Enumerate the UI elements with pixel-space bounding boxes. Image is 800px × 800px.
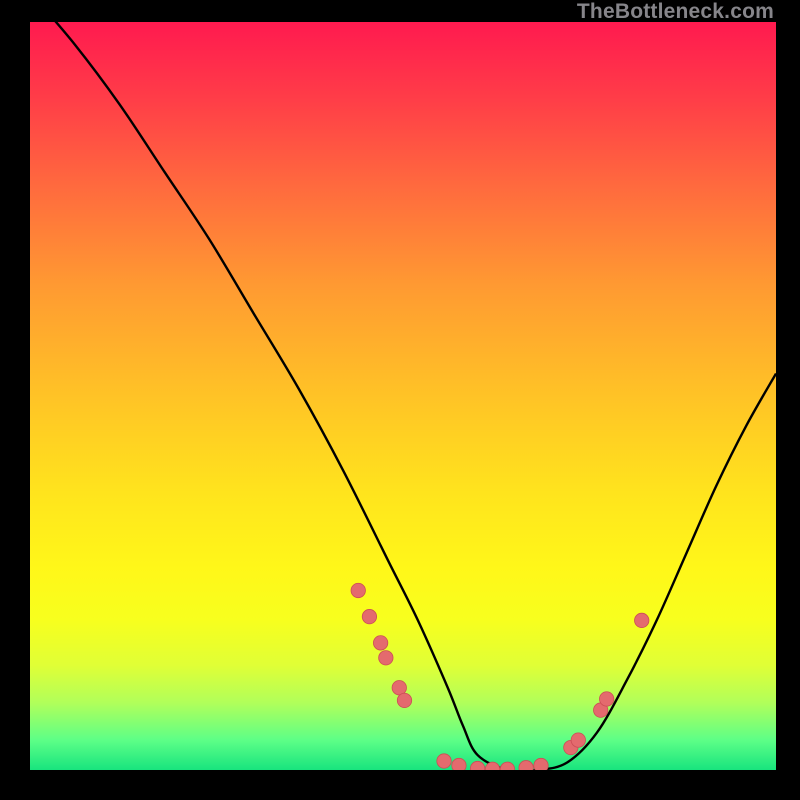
data-point-marker <box>452 758 466 770</box>
bottleneck-curve-line <box>30 22 776 770</box>
data-point-marker <box>397 693 411 707</box>
data-point-marker <box>362 609 376 623</box>
attribution-watermark: TheBottleneck.com <box>577 0 774 24</box>
data-point-marker <box>379 651 393 665</box>
data-point-marker <box>519 761 533 770</box>
data-point-marker <box>500 762 514 770</box>
data-point-marker <box>351 583 365 597</box>
data-point-marker <box>437 754 451 768</box>
data-point-marker <box>571 733 585 747</box>
data-point-marker <box>373 636 387 650</box>
chart-plot-area <box>30 22 776 770</box>
data-point-marker <box>392 681 406 695</box>
data-point-marker <box>470 761 484 770</box>
data-point-marker <box>599 692 613 706</box>
data-point-marker <box>534 758 548 770</box>
bottleneck-chart <box>30 22 776 770</box>
data-point-marker <box>635 613 649 627</box>
